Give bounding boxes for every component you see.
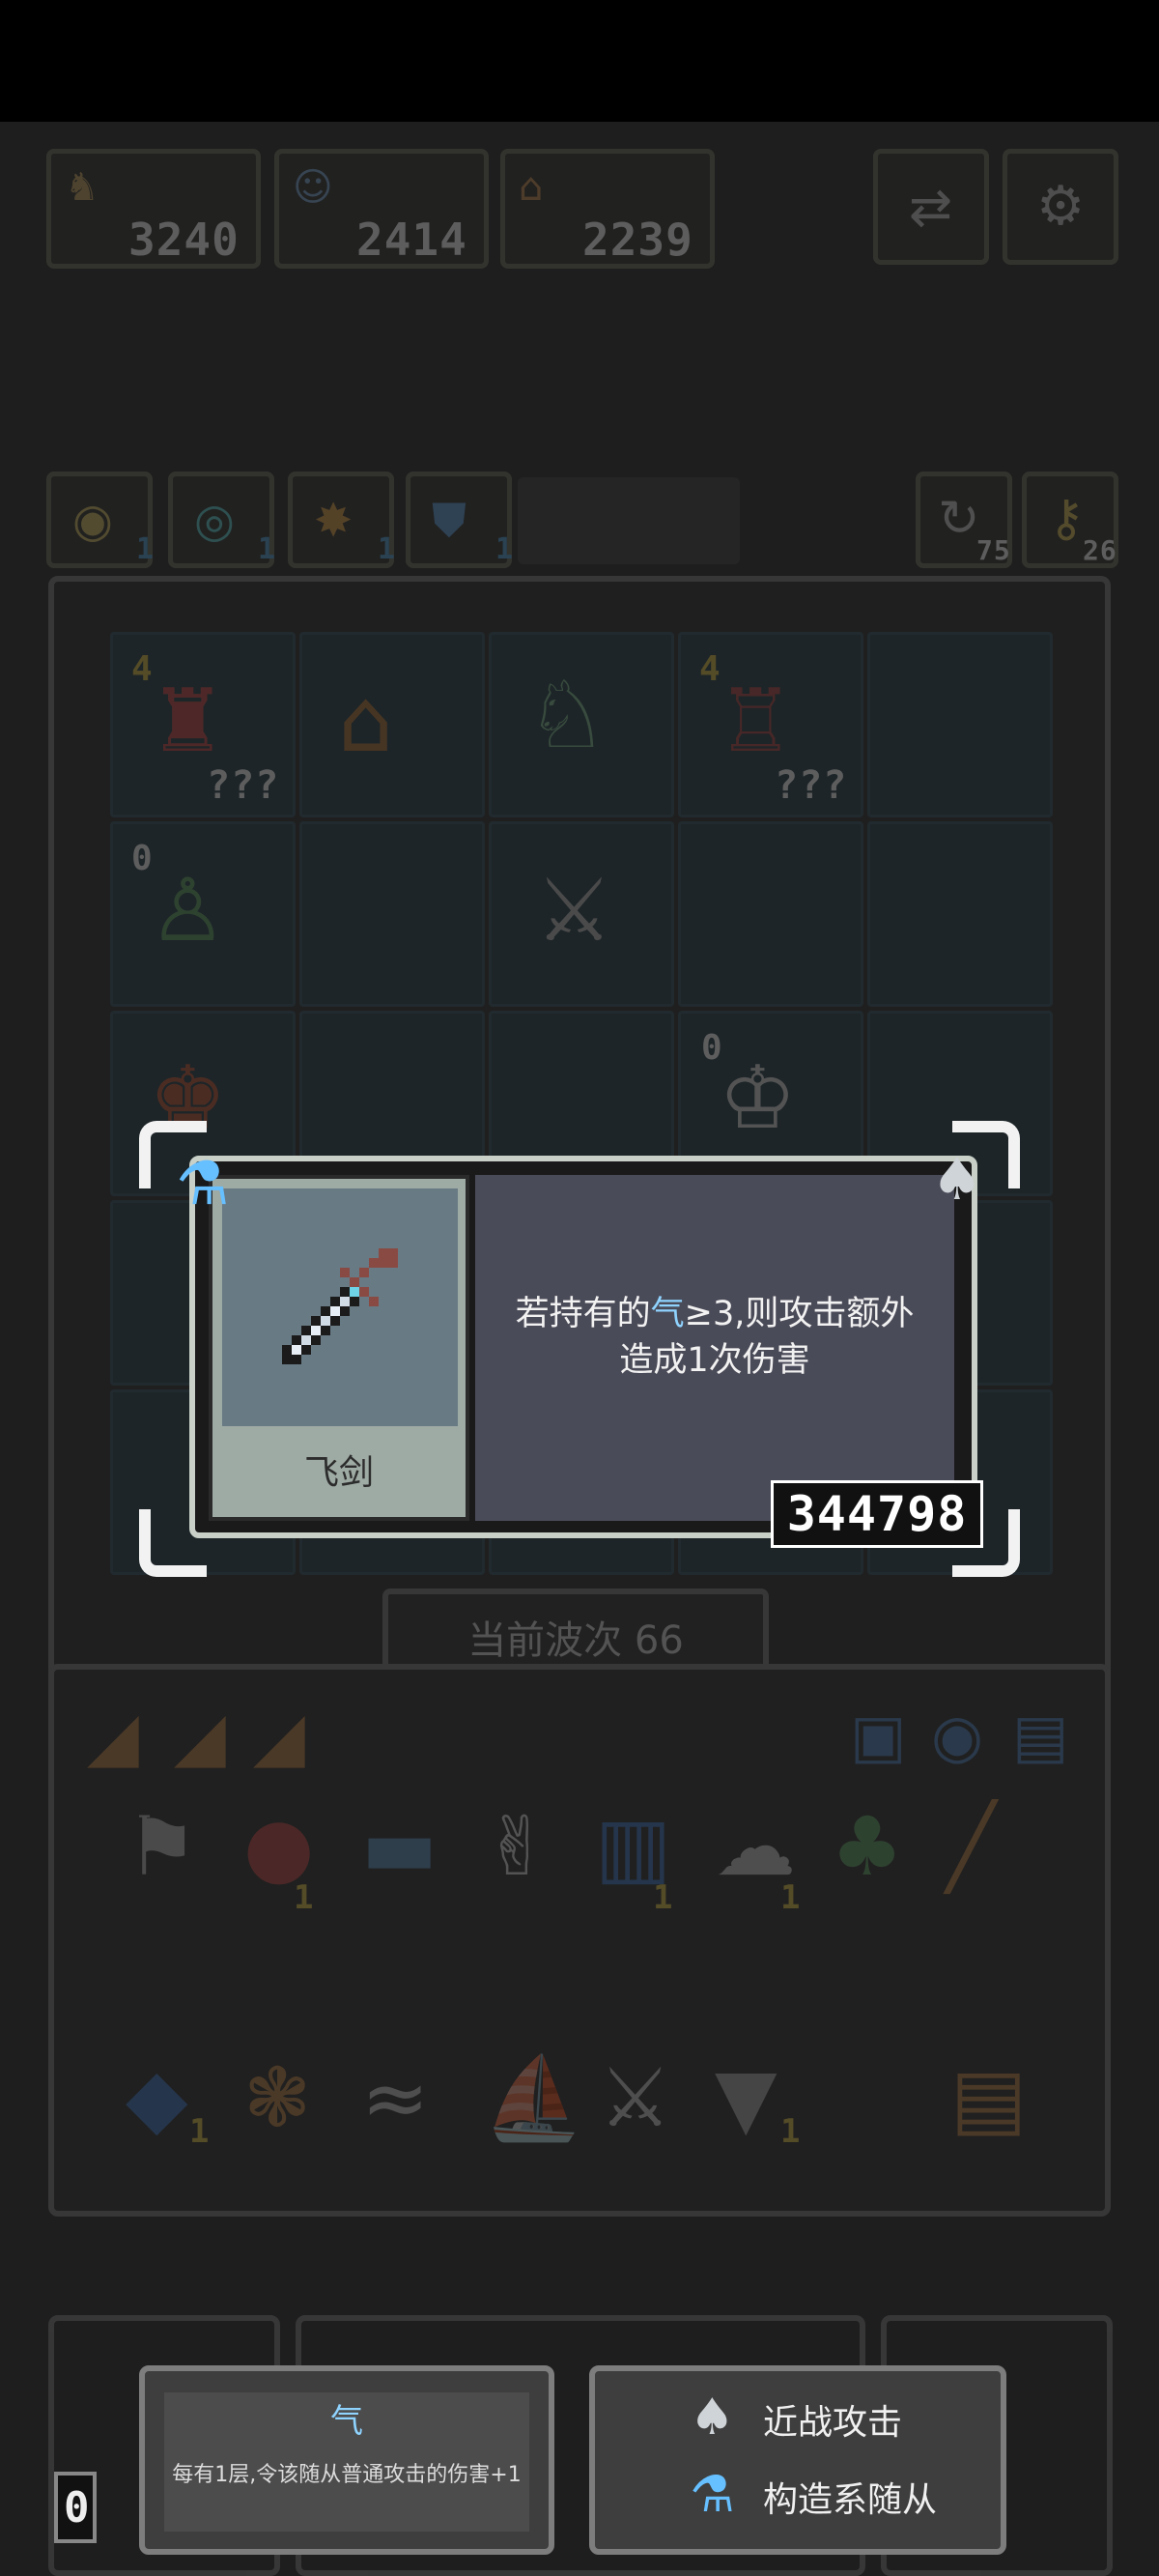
dragon-unit-icon: ♘ bbox=[525, 661, 609, 769]
desc-line1-pre: 若持有的 bbox=[515, 1295, 651, 1333]
key-counter[interactable]: ⚷ 26 bbox=[1022, 472, 1118, 568]
buff-empty-slot bbox=[518, 477, 740, 564]
board-cell[interactable] bbox=[299, 821, 485, 1007]
resource-value: 2239 bbox=[582, 214, 693, 266]
left-counter-value: 0 bbox=[64, 2483, 91, 2533]
sword-board-icon: ⚔ bbox=[535, 860, 613, 961]
ramp-icon[interactable]: ◢ bbox=[87, 1697, 139, 1776]
resource-value: 2414 bbox=[356, 214, 467, 266]
unit-value: ??? bbox=[775, 763, 848, 808]
merchant-icon: ☺ bbox=[293, 165, 333, 210]
item-count: 1 bbox=[780, 1878, 802, 1917]
buff-burst[interactable]: ✸ 1 bbox=[288, 472, 397, 568]
hut-unit-icon: ⌂ bbox=[338, 671, 394, 772]
board-cell[interactable] bbox=[678, 821, 863, 1007]
resource-hero[interactable]: ♞ 3240 bbox=[46, 149, 261, 269]
tag-construct: 构造系随从 bbox=[763, 2480, 938, 2520]
golem-unit-icon: ♖ bbox=[717, 671, 795, 772]
status-bar bbox=[0, 0, 1159, 122]
resource-merchant[interactable]: ☺ 2414 bbox=[274, 149, 489, 269]
refresh-value: 75 bbox=[976, 534, 1011, 566]
swap-icon: ⇄ bbox=[909, 177, 953, 238]
ramp-icon[interactable]: ◢ bbox=[174, 1697, 226, 1776]
scroll-item-icon[interactable]: ≈ bbox=[361, 2050, 429, 2145]
item-tooltip: 飞剑 若持有的气≥3,则攻击额外 造成1次伤害 ⚗ ♠ 344798 bbox=[176, 1146, 983, 1548]
flag-item-icon[interactable]: ⚑ bbox=[126, 1799, 198, 1894]
anvil-item-icon[interactable]: ▼ bbox=[715, 2050, 777, 2145]
item-description-panel: 若持有的气≥3,则攻击额外 造成1次伤害 bbox=[475, 1175, 954, 1521]
cloth-item-icon[interactable]: ▬ bbox=[361, 1799, 438, 1894]
board-cell[interactable] bbox=[867, 821, 1053, 1007]
ship-item-icon[interactable]: ⛵ bbox=[483, 2050, 584, 2146]
category-icon[interactable]: ▤ bbox=[1012, 1701, 1069, 1771]
category-icon[interactable]: ▣ bbox=[850, 1701, 907, 1771]
flying-sword-icon bbox=[282, 1248, 398, 1364]
sword-item-icon[interactable]: ⚔ bbox=[599, 2050, 671, 2145]
crystal-item-icon[interactable]: ◆ bbox=[126, 2050, 188, 2145]
qi-title: 气 bbox=[330, 2402, 363, 2441]
plant-item-icon[interactable]: ♣ bbox=[831, 1799, 903, 1894]
tag-melee: 近战攻击 bbox=[763, 2403, 903, 2443]
knight-unit-icon: ♜ bbox=[149, 671, 227, 772]
construct-icon: ⚗ bbox=[690, 2466, 735, 2524]
melee-icon: ♠ bbox=[690, 2389, 735, 2447]
target-buff-icon: ◎ bbox=[194, 494, 235, 548]
item-count: 1 bbox=[653, 1878, 674, 1917]
settings-button[interactable]: ⚙ bbox=[1003, 149, 1118, 265]
tags-tooltip: ♠ 近战攻击 ⚗ 构造系随从 bbox=[589, 2365, 1006, 2555]
buff-shield[interactable]: ⛊ 1 bbox=[406, 472, 515, 568]
stick-item-icon[interactable]: ╱ bbox=[947, 1799, 996, 1894]
resource-hut[interactable]: ⌂ 2239 bbox=[500, 149, 715, 269]
refresh-icon: ↻ bbox=[938, 490, 980, 548]
buff-count: 1 bbox=[136, 532, 155, 566]
buff-target[interactable]: ◎ 1 bbox=[168, 472, 277, 568]
buff-count: 1 bbox=[495, 532, 515, 566]
desc-line2: 造成1次伤害 bbox=[619, 1341, 810, 1380]
flask-icon: ⚗ bbox=[176, 1148, 230, 1218]
buff-count: 1 bbox=[378, 532, 397, 566]
item-power: 344798 bbox=[771, 1480, 983, 1548]
item-count: 1 bbox=[189, 2112, 211, 2151]
item-count: 1 bbox=[780, 2112, 802, 2151]
key-value: 26 bbox=[1083, 534, 1117, 566]
eye-buff-icon: ◉ bbox=[72, 494, 113, 548]
item-portrait-card: 飞剑 bbox=[209, 1175, 469, 1521]
item-description: 若持有的气≥3,则攻击额外 造成1次伤害 bbox=[475, 1291, 954, 1384]
board-cell[interactable] bbox=[867, 632, 1053, 817]
buff-eye[interactable]: ◉ 1 bbox=[46, 472, 155, 568]
shield-buff-icon: ⛊ bbox=[432, 494, 467, 548]
hand-item-icon[interactable]: ✌ bbox=[483, 1799, 551, 1894]
goblin-unit-icon: ♙ bbox=[149, 860, 227, 961]
desc-line1-post: ≥3,则攻击额外 bbox=[684, 1295, 915, 1333]
item-count: 1 bbox=[294, 1878, 315, 1917]
qi-tooltip: 气 每有1层,令该随从普通攻击的伤害+1 bbox=[139, 2365, 554, 2555]
ramp-icon[interactable]: ◢ bbox=[253, 1697, 305, 1776]
qi-description: 每有1层,令该随从普通攻击的伤害+1 bbox=[172, 2463, 522, 2487]
burst-buff-icon: ✸ bbox=[314, 494, 353, 548]
chest-item-icon[interactable]: ▤ bbox=[950, 2050, 1027, 2145]
hero-icon: ♞ bbox=[65, 165, 99, 210]
spearhead-icon: ♠ bbox=[931, 1146, 983, 1214]
swap-button[interactable]: ⇄ bbox=[873, 149, 989, 265]
left-counter: 0 bbox=[54, 2472, 97, 2543]
desc-keyword[interactable]: 气 bbox=[651, 1295, 685, 1333]
resource-value: 3240 bbox=[128, 214, 240, 266]
item-name: 飞剑 bbox=[303, 1453, 374, 1493]
scholar-unit-icon: ♔ bbox=[719, 1047, 797, 1149]
wheel-item-icon[interactable]: ❃ bbox=[243, 2050, 311, 2145]
buff-count: 1 bbox=[258, 532, 277, 566]
category-icon[interactable]: ◉ bbox=[931, 1701, 983, 1771]
refresh-counter[interactable]: ↻ 75 bbox=[916, 472, 1012, 568]
hut-icon: ⌂ bbox=[519, 165, 544, 210]
key-icon: ⚷ bbox=[1048, 490, 1086, 548]
unit-value: ??? bbox=[207, 763, 280, 808]
item-portrait bbox=[222, 1188, 458, 1426]
settings-icon: ⚙ bbox=[1036, 175, 1086, 238]
